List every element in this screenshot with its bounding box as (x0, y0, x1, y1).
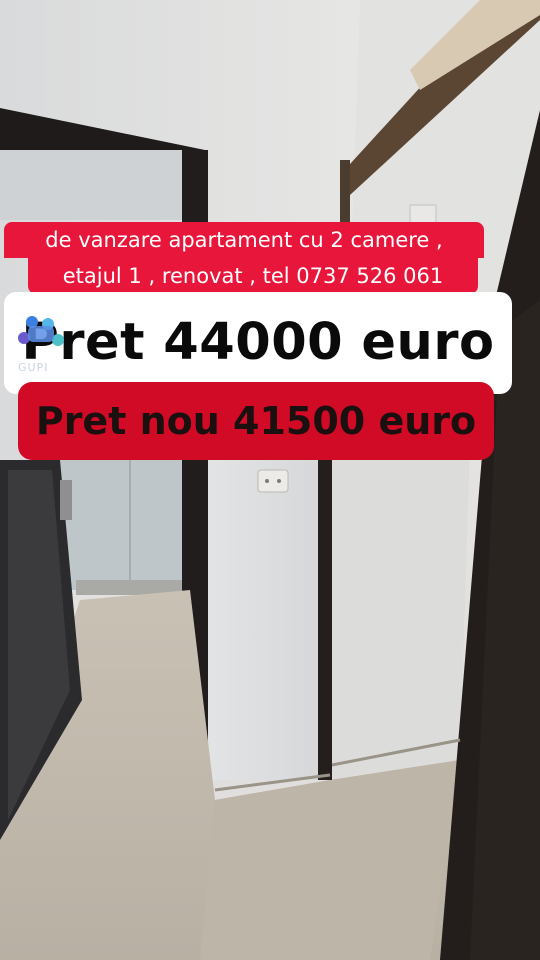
new-price-label: Pret nou 41500 euro (18, 382, 494, 460)
old-price-label: Pret 44000 euro (4, 292, 512, 394)
watermark-text: GUPI (18, 361, 49, 374)
caption-line-2: etajul 1 , renovat , tel 0737 526 061 (28, 258, 478, 294)
apartment-hallway-photo (0, 0, 540, 960)
caption-line-1: de vanzare apartament cu 2 camere , (4, 222, 484, 258)
